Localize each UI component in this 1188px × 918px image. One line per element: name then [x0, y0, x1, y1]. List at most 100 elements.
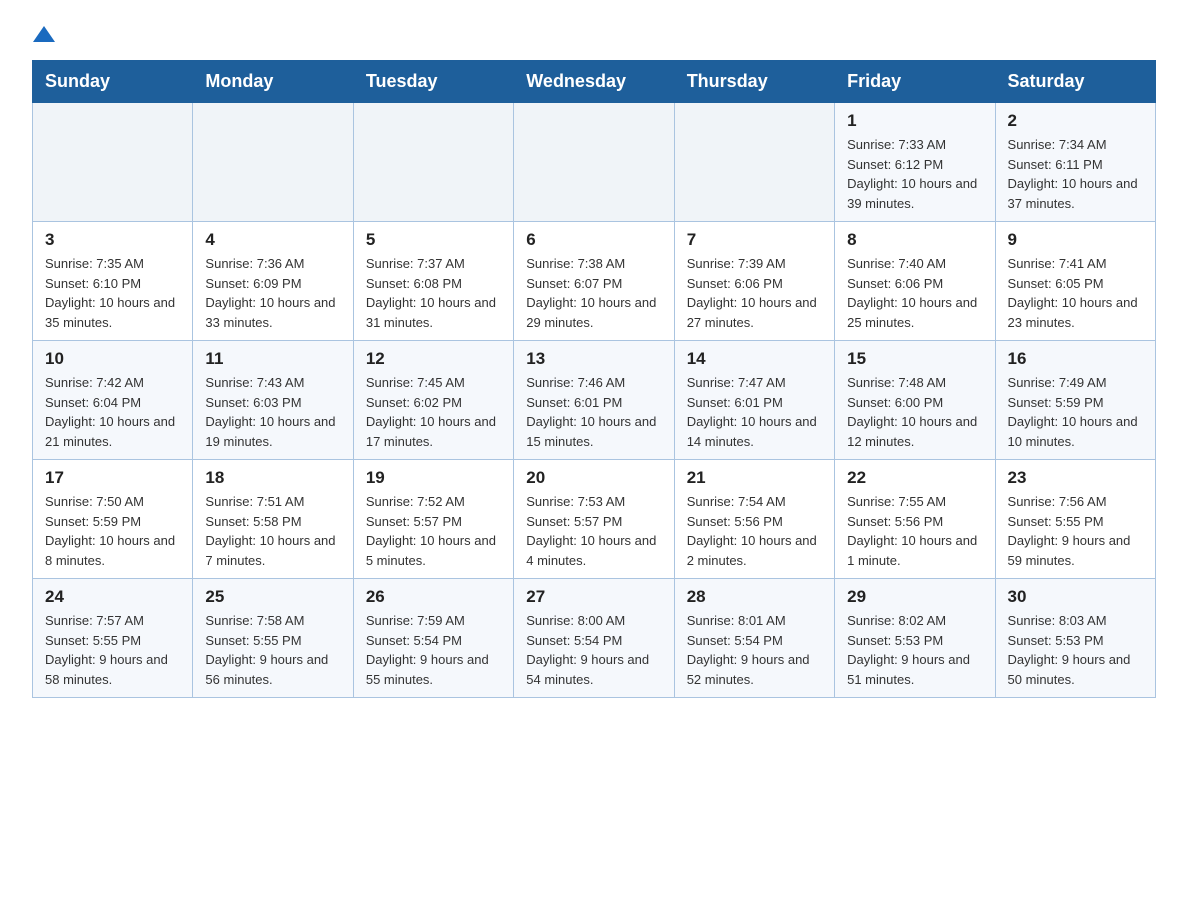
- calendar-cell: 16 Sunrise: 7:49 AMSunset: 5:59 PMDayligh…: [995, 341, 1155, 460]
- day-info: Sunrise: 7:53 AMSunset: 5:57 PMDaylight:…: [526, 492, 661, 570]
- day-number: 17: [45, 468, 180, 488]
- calendar-cell: 20 Sunrise: 7:53 AMSunset: 5:57 PMDayligh…: [514, 460, 674, 579]
- calendar-cell: 12 Sunrise: 7:45 AMSunset: 6:02 PMDayligh…: [353, 341, 513, 460]
- logo: [32, 24, 56, 40]
- day-info: Sunrise: 7:38 AMSunset: 6:07 PMDaylight:…: [526, 254, 661, 332]
- calendar-week-row: 3Sunrise: 7:35 AMSunset: 6:10 PMDaylight…: [33, 222, 1156, 341]
- calendar-cell: [514, 103, 674, 222]
- calendar-cell: 21 Sunrise: 7:54 AMSunset: 5:56 PMDayligh…: [674, 460, 834, 579]
- calendar-cell: [674, 103, 834, 222]
- calendar-cell: 18 Sunrise: 7:51 AMSunset: 5:58 PMDayligh…: [193, 460, 353, 579]
- day-info: Sunrise: 7:47 AMSunset: 6:01 PMDaylight:…: [687, 373, 822, 451]
- day-info: Sunrise: 8:01 AMSunset: 5:54 PMDaylight:…: [687, 611, 822, 689]
- calendar-cell: [193, 103, 353, 222]
- calendar-cell: 29 Sunrise: 8:02 AMSunset: 5:53 PMDayligh…: [835, 579, 995, 698]
- day-number: 10: [45, 349, 180, 369]
- calendar-cell: 3Sunrise: 7:35 AMSunset: 6:10 PMDaylight…: [33, 222, 193, 341]
- day-info: Sunrise: 7:49 AMSunset: 5:59 PMDaylight:…: [1008, 373, 1143, 451]
- day-number: 19: [366, 468, 501, 488]
- calendar-cell: 8Sunrise: 7:40 AMSunset: 6:06 PMDaylight…: [835, 222, 995, 341]
- day-info: Sunrise: 7:41 AMSunset: 6:05 PMDaylight:…: [1008, 254, 1143, 332]
- day-info: Sunrise: 7:34 AMSunset: 6:11 PMDaylight:…: [1008, 135, 1143, 213]
- day-number: 13: [526, 349, 661, 369]
- calendar-cell: 24 Sunrise: 7:57 AMSunset: 5:55 PMDayligh…: [33, 579, 193, 698]
- calendar-week-row: 10 Sunrise: 7:42 AMSunset: 6:04 PMDayligh…: [33, 341, 1156, 460]
- day-number: 7: [687, 230, 822, 250]
- day-info: Sunrise: 7:59 AMSunset: 5:54 PMDaylight:…: [366, 611, 501, 689]
- day-info: Sunrise: 7:45 AMSunset: 6:02 PMDaylight:…: [366, 373, 501, 451]
- day-number: 11: [205, 349, 340, 369]
- calendar-cell: 27 Sunrise: 8:00 AMSunset: 5:54 PMDayligh…: [514, 579, 674, 698]
- weekday-header-saturday: Saturday: [995, 61, 1155, 103]
- day-info: Sunrise: 7:36 AMSunset: 6:09 PMDaylight:…: [205, 254, 340, 332]
- day-info: Sunrise: 7:46 AMSunset: 6:01 PMDaylight:…: [526, 373, 661, 451]
- calendar-cell: 9 Sunrise: 7:41 AMSunset: 6:05 PMDaylight…: [995, 222, 1155, 341]
- calendar-cell: 5 Sunrise: 7:37 AMSunset: 6:08 PMDaylight…: [353, 222, 513, 341]
- day-number: 14: [687, 349, 822, 369]
- day-info: Sunrise: 7:50 AMSunset: 5:59 PMDaylight:…: [45, 492, 180, 570]
- weekday-header-thursday: Thursday: [674, 61, 834, 103]
- calendar-cell: 4 Sunrise: 7:36 AMSunset: 6:09 PMDaylight…: [193, 222, 353, 341]
- day-number: 9: [1008, 230, 1143, 250]
- weekday-header-monday: Monday: [193, 61, 353, 103]
- day-info: Sunrise: 7:39 AMSunset: 6:06 PMDaylight:…: [687, 254, 822, 332]
- day-number: 30: [1008, 587, 1143, 607]
- day-info: Sunrise: 8:00 AMSunset: 5:54 PMDaylight:…: [526, 611, 661, 689]
- day-info: Sunrise: 7:58 AMSunset: 5:55 PMDaylight:…: [205, 611, 340, 689]
- calendar-cell: 22Sunrise: 7:55 AMSunset: 5:56 PMDayligh…: [835, 460, 995, 579]
- weekday-header-sunday: Sunday: [33, 61, 193, 103]
- day-info: Sunrise: 7:42 AMSunset: 6:04 PMDaylight:…: [45, 373, 180, 451]
- day-info: Sunrise: 7:52 AMSunset: 5:57 PMDaylight:…: [366, 492, 501, 570]
- day-number: 24: [45, 587, 180, 607]
- day-info: Sunrise: 7:40 AMSunset: 6:06 PMDaylight:…: [847, 254, 982, 332]
- page-header: [32, 24, 1156, 40]
- day-info: Sunrise: 7:56 AMSunset: 5:55 PMDaylight:…: [1008, 492, 1143, 570]
- calendar-cell: 28 Sunrise: 8:01 AMSunset: 5:54 PMDayligh…: [674, 579, 834, 698]
- day-info: Sunrise: 8:02 AMSunset: 5:53 PMDaylight:…: [847, 611, 982, 689]
- day-number: 2: [1008, 111, 1143, 131]
- day-number: 26: [366, 587, 501, 607]
- day-number: 16: [1008, 349, 1143, 369]
- day-info: Sunrise: 7:54 AMSunset: 5:56 PMDaylight:…: [687, 492, 822, 570]
- day-number: 4: [205, 230, 340, 250]
- day-number: 6: [526, 230, 661, 250]
- calendar-cell: 2 Sunrise: 7:34 AMSunset: 6:11 PMDaylight…: [995, 103, 1155, 222]
- calendar-table: SundayMondayTuesdayWednesdayThursdayFrid…: [32, 60, 1156, 698]
- day-info: Sunrise: 7:57 AMSunset: 5:55 PMDaylight:…: [45, 611, 180, 689]
- weekday-header-row: SundayMondayTuesdayWednesdayThursdayFrid…: [33, 61, 1156, 103]
- calendar-cell: 1 Sunrise: 7:33 AMSunset: 6:12 PMDaylight…: [835, 103, 995, 222]
- calendar-cell: 10 Sunrise: 7:42 AMSunset: 6:04 PMDayligh…: [33, 341, 193, 460]
- logo-triangle-icon: [33, 24, 55, 44]
- day-number: 29: [847, 587, 982, 607]
- day-info: Sunrise: 8:03 AMSunset: 5:53 PMDaylight:…: [1008, 611, 1143, 689]
- calendar-cell: 17 Sunrise: 7:50 AMSunset: 5:59 PMDayligh…: [33, 460, 193, 579]
- day-number: 21: [687, 468, 822, 488]
- day-number: 15: [847, 349, 982, 369]
- calendar-cell: 23Sunrise: 7:56 AMSunset: 5:55 PMDayligh…: [995, 460, 1155, 579]
- weekday-header-wednesday: Wednesday: [514, 61, 674, 103]
- day-info: Sunrise: 7:37 AMSunset: 6:08 PMDaylight:…: [366, 254, 501, 332]
- day-number: 1: [847, 111, 982, 131]
- day-number: 5: [366, 230, 501, 250]
- day-number: 12: [366, 349, 501, 369]
- day-info: Sunrise: 7:33 AMSunset: 6:12 PMDaylight:…: [847, 135, 982, 213]
- weekday-header-tuesday: Tuesday: [353, 61, 513, 103]
- day-number: 22: [847, 468, 982, 488]
- day-number: 27: [526, 587, 661, 607]
- day-number: 28: [687, 587, 822, 607]
- day-number: 20: [526, 468, 661, 488]
- calendar-week-row: 17 Sunrise: 7:50 AMSunset: 5:59 PMDayligh…: [33, 460, 1156, 579]
- day-number: 3: [45, 230, 180, 250]
- day-info: Sunrise: 7:43 AMSunset: 6:03 PMDaylight:…: [205, 373, 340, 451]
- calendar-cell: 14 Sunrise: 7:47 AMSunset: 6:01 PMDayligh…: [674, 341, 834, 460]
- calendar-cell: 6 Sunrise: 7:38 AMSunset: 6:07 PMDaylight…: [514, 222, 674, 341]
- calendar-week-row: 1 Sunrise: 7:33 AMSunset: 6:12 PMDaylight…: [33, 103, 1156, 222]
- day-number: 18: [205, 468, 340, 488]
- day-info: Sunrise: 7:48 AMSunset: 6:00 PMDaylight:…: [847, 373, 982, 451]
- day-info: Sunrise: 7:51 AMSunset: 5:58 PMDaylight:…: [205, 492, 340, 570]
- calendar-cell: 19 Sunrise: 7:52 AMSunset: 5:57 PMDayligh…: [353, 460, 513, 579]
- calendar-week-row: 24 Sunrise: 7:57 AMSunset: 5:55 PMDayligh…: [33, 579, 1156, 698]
- calendar-cell: 25 Sunrise: 7:58 AMSunset: 5:55 PMDayligh…: [193, 579, 353, 698]
- day-number: 25: [205, 587, 340, 607]
- calendar-cell: 30 Sunrise: 8:03 AMSunset: 5:53 PMDayligh…: [995, 579, 1155, 698]
